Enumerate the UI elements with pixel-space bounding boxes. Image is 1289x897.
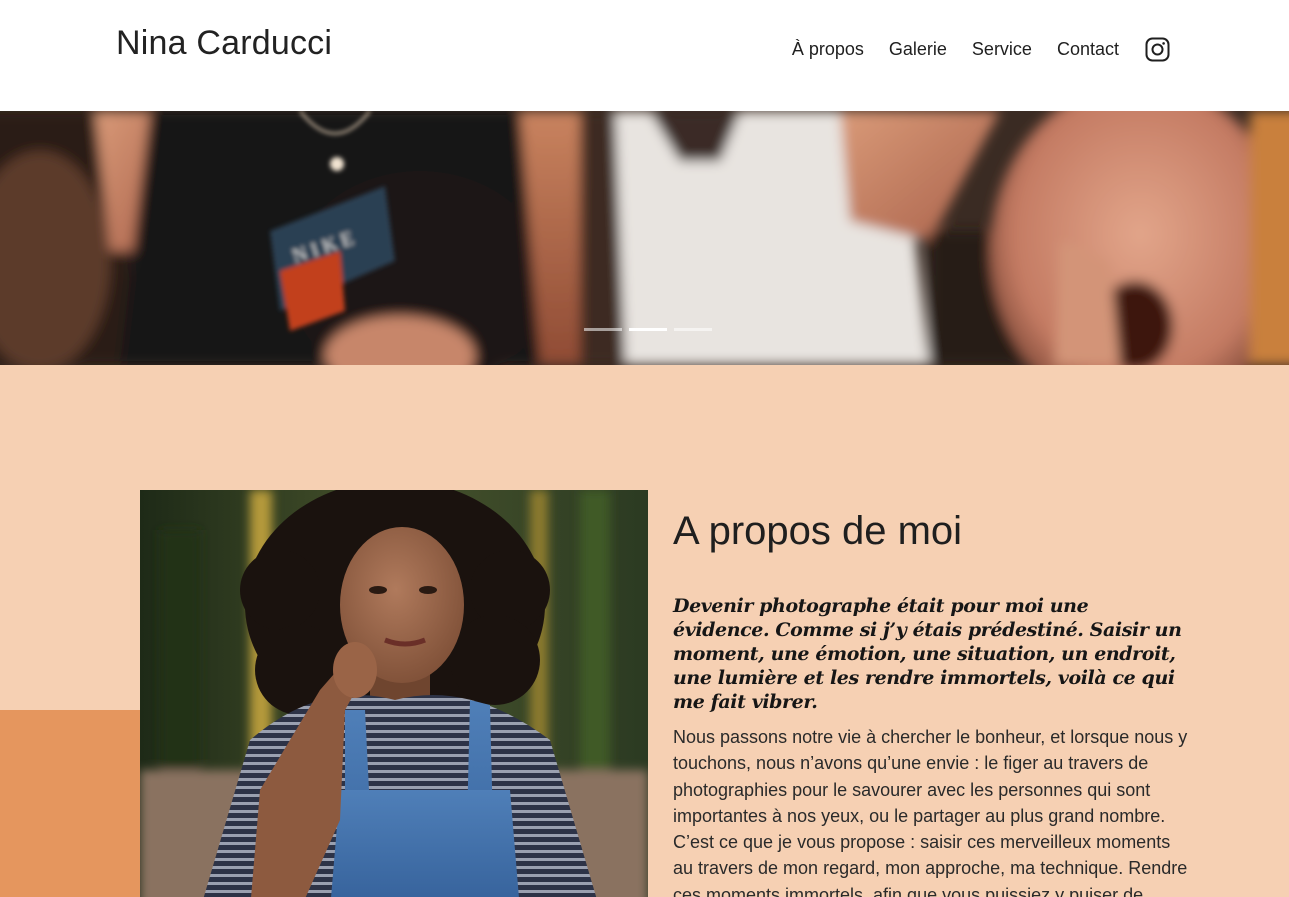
carousel-dot-2[interactable] xyxy=(629,328,667,331)
nav-item-service[interactable]: Service xyxy=(972,34,1032,64)
carousel-indicators xyxy=(584,328,719,331)
concert-crowd-photo: N I K E xyxy=(0,111,1289,365)
decorative-accent-block xyxy=(0,710,140,897)
main-nav: À propos Galerie Service Contact xyxy=(792,34,1170,64)
hero-carousel[interactable]: N I K E xyxy=(0,111,1289,365)
site-header: Nina Carducci À propos Galerie Service C… xyxy=(0,0,1289,111)
about-title: A propos de moi xyxy=(673,509,963,553)
carousel-dot-3[interactable] xyxy=(674,328,712,331)
nav-item-a-propos[interactable]: À propos xyxy=(792,34,864,64)
carousel-dot-1[interactable] xyxy=(584,328,622,331)
nav-item-galerie[interactable]: Galerie xyxy=(889,34,947,64)
about-content: A propos de moi Devenir photographe étai… xyxy=(673,508,1188,897)
about-lead: Devenir photographe était pour moi une é… xyxy=(673,595,1182,713)
nav-item-contact[interactable]: Contact xyxy=(1057,34,1119,64)
about-section: A propos de moi Devenir photographe étai… xyxy=(0,365,1289,897)
brand-logo[interactable]: Nina Carducci xyxy=(116,24,332,63)
about-body: Nous passons notre vie à chercher le bon… xyxy=(673,727,1188,897)
instagram-icon[interactable] xyxy=(1145,37,1170,62)
portrait-photo xyxy=(140,490,648,897)
